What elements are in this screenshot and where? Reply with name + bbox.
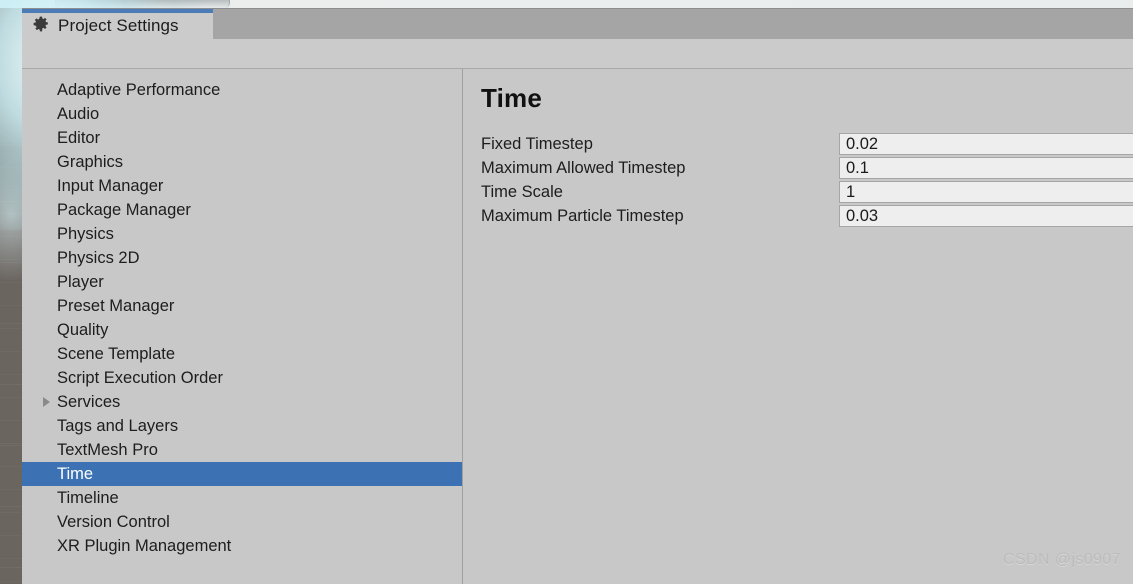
field-value-maximum-particle-timestep: 0.03 <box>846 207 879 226</box>
settings-detail-panel: Time Fixed Timestep 0.02 Maximum Allowed T… <box>463 69 1133 584</box>
sidebar-item-services[interactable]: Services <box>22 390 462 414</box>
sidebar-item-quality[interactable]: Quality <box>22 318 462 342</box>
field-input-maximum-particle-timestep[interactable]: 0.03 <box>839 205 1133 227</box>
sidebar-item-label: Tags and Layers <box>57 417 179 436</box>
project-settings-window: Project Settings Adaptive Performance Aud… <box>22 8 1133 584</box>
field-row-maximum-allowed-timestep: Maximum Allowed Timestep 0.1 <box>463 156 1133 180</box>
field-row-time-scale: Time Scale 1 <box>463 180 1133 204</box>
sidebar-item-scene-template[interactable]: Scene Template <box>22 342 462 366</box>
field-input-fixed-timestep[interactable]: 0.02 <box>839 133 1133 155</box>
sidebar-item-label: Version Control <box>57 513 170 532</box>
sidebar-item-tags-and-layers[interactable]: Tags and Layers <box>22 414 462 438</box>
sidebar-item-label: Quality <box>57 321 109 340</box>
sidebar-item-label: Player <box>57 273 104 292</box>
field-label-maximum-allowed-timestep: Maximum Allowed Timestep <box>481 158 686 177</box>
field-value-fixed-timestep: 0.02 <box>846 135 879 154</box>
chevron-right-icon[interactable] <box>42 390 57 414</box>
field-label-time-scale: Time Scale <box>481 182 563 201</box>
sidebar-item-label: Adaptive Performance <box>57 81 221 100</box>
sidebar-item-label: Timeline <box>57 489 119 508</box>
sidebar-item-label: Time <box>57 465 94 484</box>
field-input-maximum-allowed-timestep[interactable]: 0.1 <box>839 157 1133 179</box>
sidebar-item-physics-2d[interactable]: Physics 2D <box>22 246 462 270</box>
field-label-maximum-particle-timestep: Maximum Particle Timestep <box>481 206 684 225</box>
sidebar-item-package-manager[interactable]: Package Manager <box>22 198 462 222</box>
tab-label: Project Settings <box>58 15 179 35</box>
sidebar-item-label: Input Manager <box>57 177 164 196</box>
screen-root: Project Settings Adaptive Performance Aud… <box>0 0 1133 584</box>
sidebar-item-script-execution-order[interactable]: Script Execution Order <box>22 366 462 390</box>
sidebar-item-label: Package Manager <box>57 201 191 220</box>
settings-toolbar <box>22 39 1133 69</box>
sidebar-item-label: Editor <box>57 129 101 148</box>
sidebar-item-audio[interactable]: Audio <box>22 102 462 126</box>
tab-strip: Project Settings <box>22 8 1133 39</box>
sidebar-item-player[interactable]: Player <box>22 270 462 294</box>
sidebar-item-label: Audio <box>57 105 100 124</box>
field-input-time-scale[interactable]: 1 <box>839 181 1133 203</box>
sidebar-item-label: TextMesh Pro <box>57 441 158 460</box>
background-window-edge <box>55 0 230 8</box>
sidebar-item-xr-plugin-management[interactable]: XR Plugin Management <box>22 534 462 558</box>
sidebar-item-label: XR Plugin Management <box>57 537 232 556</box>
sidebar-item-label: Services <box>57 393 121 412</box>
field-row-maximum-particle-timestep: Maximum Particle Timestep 0.03 <box>463 204 1133 228</box>
sidebar-item-preset-manager[interactable]: Preset Manager <box>22 294 462 318</box>
window-body: Adaptive Performance Audio Editor Graphics I… <box>22 69 1133 584</box>
sidebar-item-label: Script Execution Order <box>57 369 223 388</box>
settings-field-list: Fixed Timestep 0.02 Maximum Allowed Timest… <box>463 132 1133 228</box>
page-title: Time <box>481 83 543 113</box>
sidebar-item-textmesh-pro[interactable]: TextMesh Pro <box>22 438 462 462</box>
field-label-fixed-timestep: Fixed Timestep <box>481 134 593 153</box>
sidebar-item-physics[interactable]: Physics <box>22 222 462 246</box>
tab-active-accent <box>22 9 213 13</box>
sidebar-item-editor[interactable]: Editor <box>22 126 462 150</box>
field-value-maximum-allowed-timestep: 0.1 <box>846 159 869 178</box>
sidebar-item-label: Physics 2D <box>57 249 140 268</box>
sidebar-item-timeline[interactable]: Timeline <box>22 486 462 510</box>
field-value-time-scale: 1 <box>846 183 856 202</box>
chevron-right-glyph <box>43 397 50 407</box>
field-row-fixed-timestep: Fixed Timestep 0.02 <box>463 132 1133 156</box>
sidebar-item-input-manager[interactable]: Input Manager <box>22 174 462 198</box>
sidebar-item-label: Scene Template <box>57 345 176 364</box>
sidebar-item-label: Physics <box>57 225 114 244</box>
watermark: CSDN @js0907 <box>1003 551 1121 568</box>
settings-category-tree[interactable]: Adaptive Performance Audio Editor Graphics I… <box>22 69 463 584</box>
sidebar-item-version-control[interactable]: Version Control <box>22 510 462 534</box>
sidebar-item-graphics[interactable]: Graphics <box>22 150 462 174</box>
sidebar-item-label: Preset Manager <box>57 297 175 316</box>
sidebar-item-time[interactable]: Time <box>22 462 462 486</box>
sidebar-item-adaptive-performance[interactable]: Adaptive Performance <box>22 78 462 102</box>
sidebar-item-label: Graphics <box>57 153 124 172</box>
tab-project-settings[interactable]: Project Settings <box>22 9 213 39</box>
gear-icon <box>33 16 48 32</box>
